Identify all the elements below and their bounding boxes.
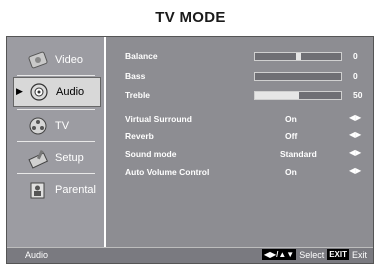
audio-icon	[28, 81, 50, 103]
virtual-surround-row[interactable]: Virtual Surround On ◀▶	[125, 113, 365, 128]
balance-slider-marker	[296, 53, 301, 60]
exit-hint: Exit	[351, 249, 367, 260]
balance-row[interactable]: Balance 0	[125, 51, 365, 65]
virtual-surround-label: Virtual Surround	[125, 114, 192, 124]
video-icon	[27, 49, 49, 71]
osd-menu: Video ▶ Audio TV Setup Parental Balance …	[6, 36, 374, 264]
sidebar-item-audio[interactable]: ▶ Audio	[13, 77, 101, 107]
setup-icon	[27, 147, 49, 169]
sidebar-item-tv[interactable]: TV	[13, 111, 101, 141]
bass-label: Bass	[125, 71, 146, 81]
exit-key[interactable]: EXIT	[327, 249, 349, 260]
sound-mode-label: Sound mode	[125, 149, 177, 159]
sidebar-item-parental[interactable]: Parental	[13, 175, 101, 205]
left-right-arrow-icon[interactable]: ◀▶	[349, 166, 361, 175]
status-section: Audio	[25, 250, 49, 260]
selection-caret-icon: ▶	[16, 86, 23, 96]
divider	[17, 75, 95, 76]
parental-icon	[27, 179, 49, 201]
treble-slider-fill	[255, 92, 299, 99]
divider	[17, 141, 95, 142]
left-right-arrow-icon[interactable]: ◀▶	[349, 130, 361, 139]
sound-mode-value: Standard	[280, 149, 317, 159]
tv-icon	[27, 115, 49, 137]
sidebar-item-label: TV	[55, 120, 70, 132]
key-hints: ◀▶/▲▼ Select EXIT Exit	[261, 249, 367, 260]
sidebar-item-label: Parental	[55, 184, 96, 196]
navigation-arrows-icon: ◀▶/▲▼	[261, 249, 297, 260]
bass-row[interactable]: Bass 0	[125, 71, 365, 85]
reverb-row[interactable]: Reverb Off ◀▶	[125, 130, 365, 145]
sidebar-item-label: Setup	[55, 152, 84, 164]
page-title: TV MODE	[155, 9, 226, 26]
bass-value: 0	[353, 71, 358, 81]
sound-mode-row[interactable]: Sound mode Standard ◀▶	[125, 148, 365, 163]
sidebar: Video ▶ Audio TV Setup Parental	[7, 37, 106, 247]
balance-slider[interactable]	[254, 52, 342, 61]
sidebar-item-video[interactable]: Video	[13, 45, 101, 75]
sidebar-item-setup[interactable]: Setup	[13, 143, 101, 173]
divider	[17, 173, 95, 174]
virtual-surround-value: On	[285, 114, 297, 124]
treble-label: Treble	[125, 90, 151, 100]
left-right-arrow-icon[interactable]: ◀▶	[349, 113, 361, 122]
avc-label: Auto Volume Control	[125, 167, 210, 177]
sidebar-item-label: Audio	[56, 86, 85, 98]
treble-row[interactable]: Treble 50	[125, 90, 365, 104]
select-hint: Select	[299, 249, 325, 260]
treble-slider[interactable]	[254, 91, 342, 100]
sidebar-item-label: Video	[55, 54, 83, 66]
balance-label: Balance	[125, 51, 158, 61]
avc-row[interactable]: Auto Volume Control On ◀▶	[125, 166, 365, 181]
status-bar: Audio ◀▶/▲▼ Select EXIT Exit	[7, 247, 373, 263]
avc-value: On	[285, 167, 297, 177]
reverb-value: Off	[285, 131, 298, 141]
divider	[17, 109, 95, 110]
balance-value: 0	[353, 51, 358, 61]
bass-slider[interactable]	[254, 72, 342, 81]
treble-value: 50	[353, 90, 363, 100]
left-right-arrow-icon[interactable]: ◀▶	[349, 148, 361, 157]
reverb-label: Reverb	[125, 131, 154, 141]
